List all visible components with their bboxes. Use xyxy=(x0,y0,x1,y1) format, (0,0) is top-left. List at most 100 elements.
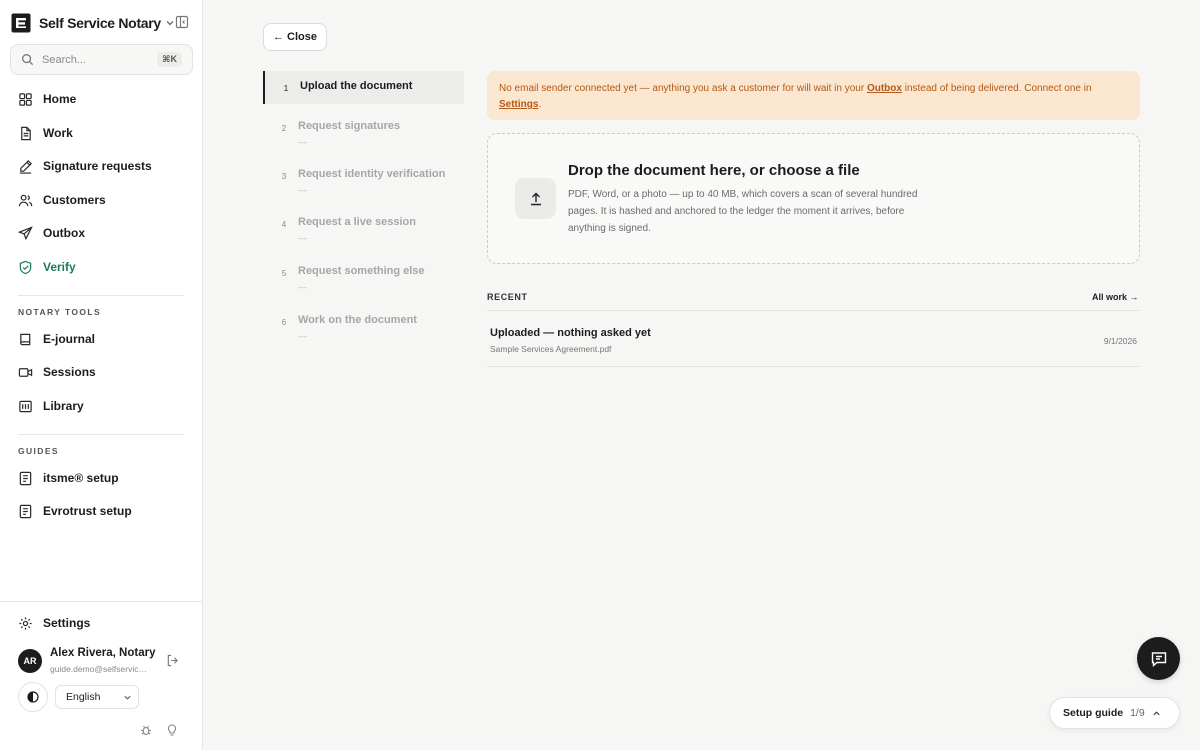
nav-item-home[interactable]: Home xyxy=(10,84,193,114)
setup-guide-label: Setup guide xyxy=(1063,707,1124,719)
divider xyxy=(18,295,184,296)
upload-icon xyxy=(530,192,541,205)
recent-heading: RECENT xyxy=(487,292,528,302)
contrast-icon xyxy=(27,691,39,703)
chat-button[interactable] xyxy=(1137,637,1180,680)
divider xyxy=(18,434,184,435)
step-request-something-else[interactable]: 5 Request something else — xyxy=(263,256,464,292)
search-icon xyxy=(22,54,34,66)
step-work-on-document[interactable]: 6 Work on the document — xyxy=(263,305,464,341)
step-request-live-session[interactable]: 4 Request a live session — xyxy=(263,207,464,243)
section-label-notary-tools: NOTARY TOOLS xyxy=(18,307,102,317)
nav-label: E-journal xyxy=(43,332,96,346)
dropzone-description: PDF, Word, or a photo — up to 40 MB, whi… xyxy=(568,189,918,234)
library-icon xyxy=(19,400,32,412)
nav-item-work[interactable]: Work xyxy=(10,118,193,148)
step-title: Request signatures xyxy=(298,120,401,132)
brand-switcher[interactable]: Self Service Notary xyxy=(11,12,175,34)
logout-icon[interactable] xyxy=(166,654,179,667)
step-request-signatures[interactable]: 2 Request signatures — xyxy=(263,111,464,147)
shield-check-icon xyxy=(19,260,32,274)
brand-name: Self Service Notary xyxy=(39,15,161,31)
nav-label: itsme® setup xyxy=(43,471,119,485)
step-status: — xyxy=(298,137,307,147)
home-grid-icon xyxy=(19,92,32,106)
user-email: guide.demo@selfservice.notary xyxy=(50,664,150,674)
nav-item-sessions[interactable]: Sessions xyxy=(10,357,193,387)
upload-button[interactable] xyxy=(515,178,556,219)
outbox-link[interactable]: Outbox xyxy=(867,83,902,94)
close-button[interactable]: ← Close xyxy=(263,23,327,51)
banner-text: . xyxy=(538,99,542,110)
nav-label: Evrotrust setup xyxy=(43,504,132,518)
nav-item-library[interactable]: Library xyxy=(10,391,193,421)
theme-toggle-button[interactable] xyxy=(18,682,48,712)
nav-item-customers[interactable]: Customers xyxy=(10,185,193,215)
chevron-down-icon xyxy=(124,695,131,700)
users-icon xyxy=(18,194,33,206)
settings-link[interactable]: Settings xyxy=(499,99,538,110)
lightbulb-icon[interactable] xyxy=(166,724,178,736)
nav-label: Outbox xyxy=(43,226,85,240)
recent-item-file: Sample Services Agreement.pdf xyxy=(490,344,612,354)
bug-report-icon[interactable] xyxy=(140,724,152,736)
video-icon xyxy=(18,367,33,377)
nav-item-verify[interactable]: Verify xyxy=(10,252,193,282)
document-icon xyxy=(21,126,31,140)
language-select[interactable]: English xyxy=(55,685,139,709)
step-title: Request identity verification xyxy=(298,168,446,180)
avatar[interactable]: AR xyxy=(18,649,42,673)
nav-label: Signature requests xyxy=(43,159,152,173)
step-title: Request a live session xyxy=(298,216,416,228)
recent-item-title: Uploaded — nothing asked yet xyxy=(490,327,651,339)
book-icon xyxy=(20,333,31,345)
nav-label: Home xyxy=(43,92,77,106)
brand-logo-icon xyxy=(11,13,31,33)
search-input[interactable]: Search... xyxy=(42,54,157,66)
step-number: 5 xyxy=(281,269,287,278)
language-selected: English xyxy=(66,691,101,703)
all-work-link[interactable]: All work → xyxy=(1092,292,1139,302)
step-upload-document[interactable]: 1 Upload the document xyxy=(263,71,464,104)
file-dropzone[interactable]: Drop the document here, or choose a file… xyxy=(487,133,1140,264)
recent-item[interactable]: Uploaded — nothing asked yet Sample Serv… xyxy=(487,311,1140,367)
step-number: 4 xyxy=(281,220,287,229)
collapse-sidebar-icon[interactable] xyxy=(175,15,189,29)
nav-item-settings[interactable]: Settings xyxy=(10,608,193,638)
step-status: — xyxy=(298,331,307,341)
step-title: Request something else xyxy=(298,265,425,277)
setup-guide-button[interactable]: Setup guide 1/9 xyxy=(1049,697,1180,729)
nav-label: Customers xyxy=(43,193,106,207)
banner-text: instead of being delivered. Connect one … xyxy=(901,83,1092,94)
step-status: — xyxy=(298,185,307,195)
chevron-up-icon xyxy=(1153,710,1160,715)
nav-item-signature-requests[interactable]: Signature requests xyxy=(10,151,193,181)
nav-item-itsme-setup[interactable]: itsme® setup xyxy=(10,463,193,493)
chevron-down-icon xyxy=(166,21,174,26)
guide-icon xyxy=(19,471,32,485)
sidebar: Self Service Notary Search... ⌘K Home Wo… xyxy=(0,0,203,750)
email-sender-warning-banner: No email sender connected yet — anything… xyxy=(487,71,1140,120)
nav-label: Library xyxy=(43,399,84,413)
nav-item-outbox[interactable]: Outbox xyxy=(10,218,193,248)
recent-item-date: 9/1/2026 xyxy=(1103,336,1137,346)
setup-guide-progress: 1/9 xyxy=(1130,707,1145,719)
step-number: 6 xyxy=(281,318,287,327)
step-status: — xyxy=(298,282,307,292)
user-name: Alex Rivera, Notary xyxy=(50,647,156,659)
gear-icon xyxy=(19,616,32,630)
nav-label: Verify xyxy=(43,260,76,274)
nav-item-e-journal[interactable]: E-journal xyxy=(10,324,193,354)
guide-icon xyxy=(19,504,32,518)
pen-icon xyxy=(19,159,32,174)
section-label-guides: GUIDES xyxy=(18,446,59,456)
step-number: 2 xyxy=(281,124,287,133)
step-request-identity-verification[interactable]: 3 Request identity verification — xyxy=(263,159,464,195)
nav-label: Work xyxy=(43,126,73,140)
nav-label: Sessions xyxy=(43,365,96,379)
nav-item-evrotrust-setup[interactable]: Evrotrust setup xyxy=(10,496,193,526)
step-number: 1 xyxy=(283,84,289,93)
dropzone-title: Drop the document here, or choose a file xyxy=(568,162,860,179)
step-status: — xyxy=(298,233,307,243)
search-bar[interactable]: Search... ⌘K xyxy=(10,44,193,75)
